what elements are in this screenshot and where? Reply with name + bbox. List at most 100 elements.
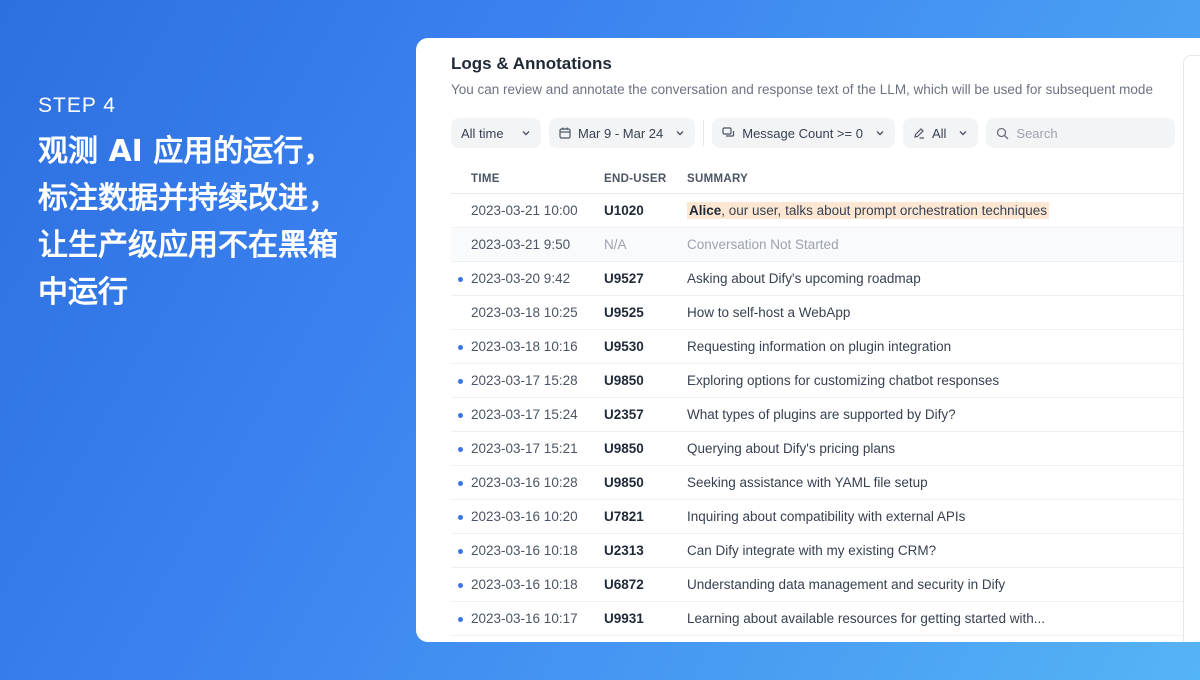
row-time: 2023-03-21 9:50 <box>471 237 571 252</box>
unread-dot <box>458 515 463 520</box>
row-time: 2023-03-16 10:20 <box>471 509 578 524</box>
table-row[interactable]: 2023-03-16 10:18 U6872 Understanding data … <box>451 568 1200 602</box>
row-summary: How to self-host a WebApp <box>687 305 851 320</box>
row-end-user: U9527 <box>604 271 644 286</box>
row-summary: Understanding data management and securi… <box>687 577 1006 592</box>
table-body: 2023-03-21 10:00 U1020 Alice, our user, ta… <box>451 194 1200 636</box>
row-time: 2023-03-18 10:25 <box>471 305 578 320</box>
row-summary: Conversation Not Started <box>687 237 839 252</box>
unread-dot <box>458 583 463 588</box>
message-icon <box>722 127 735 139</box>
search-icon <box>996 127 1009 140</box>
row-summary: Learning about available resources for g… <box>687 611 1045 626</box>
row-time: 2023-03-17 15:21 <box>471 441 578 456</box>
filter-bar: All time Mar 9 - Mar 24 Message Count >=… <box>451 118 1183 148</box>
row-end-user: U9850 <box>604 441 644 456</box>
unread-dot <box>458 447 463 452</box>
side-panel-edge <box>1183 55 1200 642</box>
row-end-user: U2313 <box>604 543 644 558</box>
logs-panel: Logs & Annotations You can review and an… <box>416 38 1200 642</box>
row-summary: Alice, our user, talks about prompt orch… <box>687 202 1200 219</box>
unread-dot <box>458 277 463 282</box>
row-summary: Can Dify integrate with my existing CRM? <box>687 543 937 558</box>
annotation-highlight: Alice, our user, talks about prompt orch… <box>687 202 1049 219</box>
table-row[interactable]: 2023-03-17 15:21 U9850 Querying about Dify… <box>451 432 1200 466</box>
unread-dot <box>458 549 463 554</box>
table-row[interactable]: 2023-03-18 10:25 U9525 How to self-host a … <box>451 296 1200 330</box>
message-count-select[interactable]: Message Count >= 0 <box>712 118 895 148</box>
row-end-user: U1020 <box>604 203 644 218</box>
row-end-user: N/A <box>604 237 627 252</box>
row-summary: Inquiring about compatibility with exter… <box>687 509 966 524</box>
date-range-value: Mar 9 - Mar 24 <box>578 125 664 141</box>
row-summary: Requesting information on plugin integra… <box>687 339 952 354</box>
annotation-value: All <box>931 125 947 141</box>
headline-line: 中运行 <box>38 275 128 310</box>
chevron-down-icon <box>521 128 531 138</box>
date-range-select[interactable]: Mar 9 - Mar 24 <box>549 118 696 148</box>
unread-dot <box>458 413 463 418</box>
header-time: TIME <box>471 172 500 185</box>
table-row[interactable]: 2023-03-17 15:24 U2357 What types of plugi… <box>451 398 1200 432</box>
table-row[interactable]: 2023-03-21 9:50 N/A Conversation Not Start… <box>451 228 1200 262</box>
annotation-select[interactable]: All <box>902 118 979 148</box>
page-title: Logs & Annotations <box>451 54 612 73</box>
row-time: 2023-03-17 15:28 <box>471 373 578 388</box>
table-row[interactable]: 2023-03-20 9:42 U9527 Asking about Dify's … <box>451 262 1200 296</box>
logs-table: TIME END-USER SUMMARY 2023-03-21 10:00 U1… <box>451 164 1200 636</box>
row-end-user: U2357 <box>604 407 644 422</box>
unread-dot <box>458 481 463 486</box>
step-label: STEP 4 <box>38 94 116 117</box>
edit-icon <box>913 127 925 139</box>
table-row[interactable]: 2023-03-17 15:28 U9850 Exploring options f… <box>451 364 1200 398</box>
table-row[interactable]: 2023-03-16 10:18 U2313 Can Dify integrate … <box>451 534 1200 568</box>
search-placeholder: Search <box>1016 125 1058 141</box>
row-summary: Asking about Dify's upcoming roadmap <box>687 271 921 286</box>
row-end-user: U9530 <box>604 339 644 354</box>
row-end-user: U7821 <box>604 509 644 524</box>
header-end-user: END-USER <box>604 172 667 185</box>
highlight-name: Alice <box>689 203 722 218</box>
promo-text: STEP 4 观测 AI 应用的运行， 标注数据并持续改进， 让生产级应用不在黑… <box>38 94 388 316</box>
headline-line: 标注数据并持续改进， <box>38 181 338 216</box>
row-summary: Exploring options for customizing chatbo… <box>687 373 1000 388</box>
search-input[interactable]: Search <box>986 118 1176 148</box>
row-time: 2023-03-16 10:18 <box>471 577 578 592</box>
table-row[interactable]: 2023-03-16 10:20 U7821 Inquiring about com… <box>451 500 1200 534</box>
row-summary: What types of plugins are supported by D… <box>687 407 956 422</box>
row-end-user: U9525 <box>604 305 644 320</box>
calendar-icon <box>559 127 571 139</box>
row-time: 2023-03-16 10:28 <box>471 475 578 490</box>
row-summary: Querying about Dify's pricing plans <box>687 441 896 456</box>
headline-line: 观测 AI 应用的运行， <box>38 134 334 169</box>
row-end-user: U9850 <box>604 373 644 388</box>
unread-dot <box>458 617 463 622</box>
row-end-user: U6872 <box>604 577 644 592</box>
filter-divider <box>703 120 705 146</box>
table-row[interactable]: 2023-03-18 10:16 U9530 Requesting informat… <box>451 330 1200 364</box>
row-time: 2023-03-17 15:24 <box>471 407 578 422</box>
message-count-value: Message Count >= 0 <box>742 125 863 141</box>
page-subtitle: You can review and annotate the conversa… <box>451 82 1153 97</box>
row-time: 2023-03-20 9:42 <box>471 271 571 286</box>
header-summary: SUMMARY <box>687 172 749 185</box>
row-time: 2023-03-16 10:17 <box>471 611 578 626</box>
row-end-user: U9850 <box>604 475 644 490</box>
headline: 观测 AI 应用的运行， 标注数据并持续改进， 让生产级应用不在黑箱 中运行 <box>38 128 388 316</box>
row-time: 2023-03-18 10:16 <box>471 339 578 354</box>
chevron-down-icon <box>958 128 968 138</box>
table-header: TIME END-USER SUMMARY <box>451 164 1200 194</box>
chevron-down-icon <box>875 128 885 138</box>
row-time: 2023-03-16 10:18 <box>471 543 578 558</box>
chevron-down-icon <box>675 128 685 138</box>
table-row[interactable]: 2023-03-21 10:00 U1020 Alice, our user, ta… <box>451 194 1200 228</box>
unread-dot <box>458 379 463 384</box>
table-row[interactable]: 2023-03-16 10:17 U9931 Learning about avai… <box>451 602 1200 636</box>
row-end-user: U9931 <box>604 611 644 626</box>
table-row[interactable]: 2023-03-16 10:28 U9850 Seeking assistance … <box>451 466 1200 500</box>
period-select[interactable]: All time <box>451 118 541 148</box>
period-value: All time <box>461 125 504 141</box>
highlight-rest: , our user, talks about prompt orchestra… <box>721 203 1047 218</box>
row-summary: Seeking assistance with YAML file setup <box>687 475 928 490</box>
headline-line: 让生产级应用不在黑箱 <box>38 228 338 263</box>
